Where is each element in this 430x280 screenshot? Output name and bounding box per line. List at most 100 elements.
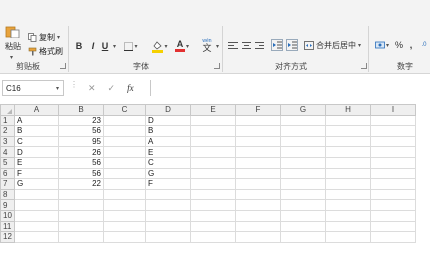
cell-e4[interactable] xyxy=(190,146,236,158)
cell-h6[interactable] xyxy=(325,167,371,180)
cell-a11[interactable] xyxy=(14,220,59,233)
cell-e5[interactable] xyxy=(190,156,236,169)
column-header[interactable]: A xyxy=(14,104,59,116)
select-all-button[interactable] xyxy=(0,104,15,116)
font-color-dropdown-icon[interactable]: ▾ xyxy=(186,43,189,50)
merge-center-dropdown-icon[interactable]: ▾ xyxy=(358,42,361,49)
cell-f5[interactable] xyxy=(235,156,281,169)
cell-d4[interactable]: E xyxy=(145,146,191,158)
cell-b11[interactable] xyxy=(58,220,104,233)
cell-c3[interactable] xyxy=(103,135,146,148)
cell-c12[interactable] xyxy=(103,231,146,243)
cell-e7[interactable] xyxy=(190,178,236,190)
cell-e9[interactable] xyxy=(190,199,236,211)
clipboard-launcher-icon[interactable] xyxy=(60,63,66,69)
row-header[interactable]: 10 xyxy=(0,209,15,222)
cell-a7[interactable]: G xyxy=(14,178,59,190)
cell-c5[interactable] xyxy=(103,156,146,169)
cell-i3[interactable] xyxy=(370,135,416,148)
paste-dropdown-icon[interactable]: ▾ xyxy=(10,54,13,61)
enter-icon[interactable]: ✓ xyxy=(108,83,116,94)
cell-i2[interactable] xyxy=(370,125,416,137)
accounting-format-button[interactable]: ▾ xyxy=(373,38,391,52)
cell-f8[interactable] xyxy=(235,188,281,201)
cell-i4[interactable] xyxy=(370,146,416,158)
cell-b2[interactable]: 56 xyxy=(58,125,104,137)
cell-a2[interactable]: B xyxy=(14,125,59,137)
cell-f7[interactable] xyxy=(235,178,281,190)
row-header[interactable]: 2 xyxy=(0,125,15,137)
cell-e8[interactable] xyxy=(190,188,236,201)
column-header[interactable]: H xyxy=(325,104,371,116)
cell-g2[interactable] xyxy=(280,125,326,137)
row-header[interactable]: 5 xyxy=(0,156,15,169)
cell-a8[interactable] xyxy=(14,188,59,201)
phonetic-button[interactable]: wén 文 xyxy=(198,38,216,54)
cell-d1[interactable]: D xyxy=(145,114,191,127)
cell-c2[interactable] xyxy=(103,125,146,137)
cell-g10[interactable] xyxy=(280,209,326,222)
row-header[interactable]: 7 xyxy=(0,178,15,190)
cell-e2[interactable] xyxy=(190,125,236,137)
cell-i10[interactable] xyxy=(370,209,416,222)
cell-a4[interactable]: D xyxy=(14,146,59,158)
cell-b12[interactable] xyxy=(58,231,104,243)
cell-b4[interactable]: 26 xyxy=(58,146,104,158)
cell-c11[interactable] xyxy=(103,220,146,233)
merge-center-button[interactable]: 合并后居中 ▾ xyxy=(304,38,370,52)
cell-a3[interactable]: C xyxy=(14,135,59,148)
alignment-launcher-icon[interactable] xyxy=(361,63,367,69)
cell-c1[interactable] xyxy=(103,114,146,127)
row-header[interactable]: 8 xyxy=(0,188,15,201)
cell-c10[interactable] xyxy=(103,209,146,222)
row-header[interactable]: 12 xyxy=(0,231,15,243)
cell-g11[interactable] xyxy=(280,220,326,233)
cell-b8[interactable] xyxy=(58,188,104,201)
cell-e3[interactable] xyxy=(190,135,236,148)
cell-b6[interactable]: 56 xyxy=(58,167,104,180)
cell-b1[interactable]: 23 xyxy=(58,114,104,127)
column-header[interactable]: B xyxy=(58,104,104,116)
cell-d12[interactable] xyxy=(145,231,191,243)
row-header[interactable]: 6 xyxy=(0,167,15,180)
cell-h11[interactable] xyxy=(325,220,371,233)
cell-f3[interactable] xyxy=(235,135,281,148)
underline-dropdown-icon[interactable]: ▾ xyxy=(113,43,116,50)
format-painter-button[interactable]: 格式刷 xyxy=(28,46,63,57)
cell-h1[interactable] xyxy=(325,114,371,127)
cell-h8[interactable] xyxy=(325,188,371,201)
cell-g6[interactable] xyxy=(280,167,326,180)
cell-a12[interactable] xyxy=(14,231,59,243)
fill-color-dropdown-icon[interactable]: ▾ xyxy=(164,43,167,50)
italic-button[interactable]: I xyxy=(88,40,98,52)
cell-b5[interactable]: 56 xyxy=(58,156,104,169)
cell-g5[interactable] xyxy=(280,156,326,169)
cell-c6[interactable] xyxy=(103,167,146,180)
cell-h12[interactable] xyxy=(325,231,371,243)
cell-i12[interactable] xyxy=(370,231,416,243)
accounting-dropdown-icon[interactable]: ▾ xyxy=(386,42,389,49)
cell-f2[interactable] xyxy=(235,125,281,137)
cell-c7[interactable] xyxy=(103,178,146,190)
cell-g8[interactable] xyxy=(280,188,326,201)
cell-h3[interactable] xyxy=(325,135,371,148)
cell-e1[interactable] xyxy=(190,114,236,127)
row-header[interactable]: 1 xyxy=(0,114,15,127)
name-box-dropdown-icon[interactable]: ▾ xyxy=(56,85,59,92)
cell-a6[interactable]: F xyxy=(14,167,59,180)
copy-dropdown-icon[interactable]: ▾ xyxy=(57,34,60,41)
cell-a1[interactable]: A xyxy=(14,114,59,127)
cell-b10[interactable] xyxy=(58,209,104,222)
cell-a5[interactable]: E xyxy=(14,156,59,169)
column-header[interactable]: C xyxy=(103,104,146,116)
cell-i6[interactable] xyxy=(370,167,416,180)
cell-f11[interactable] xyxy=(235,220,281,233)
cell-i1[interactable] xyxy=(370,114,416,127)
column-header[interactable]: I xyxy=(370,104,416,116)
cell-f10[interactable] xyxy=(235,209,281,222)
cell-f9[interactable] xyxy=(235,199,281,211)
bold-button[interactable]: B xyxy=(74,40,84,52)
name-box[interactable]: C16 ▾ xyxy=(2,80,64,96)
cell-d7[interactable]: F xyxy=(145,178,191,190)
cell-f12[interactable] xyxy=(235,231,281,243)
